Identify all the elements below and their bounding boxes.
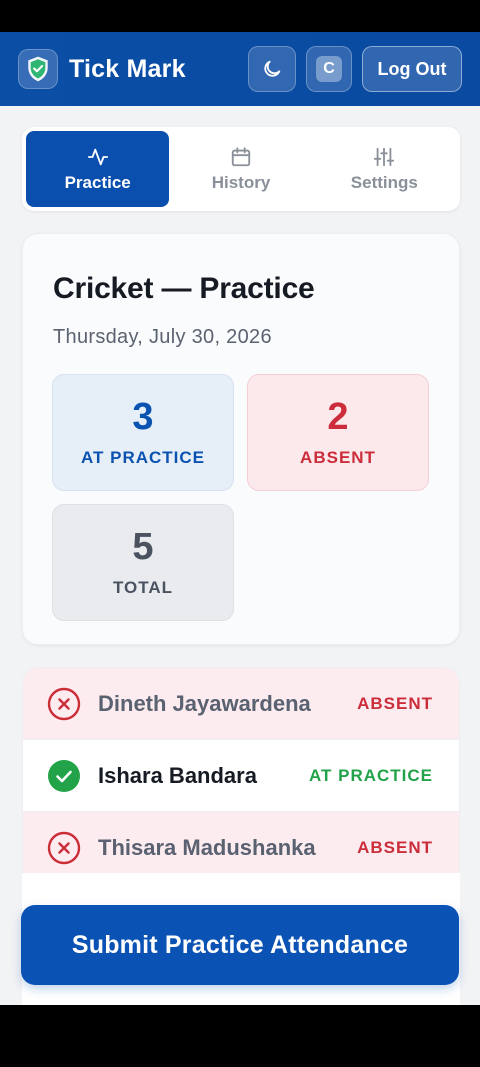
player-status: ABSENT: [357, 837, 433, 857]
player-row[interactable]: Ishara Bandara AT PRACTICE: [23, 740, 459, 812]
app-title: Tick Mark: [69, 54, 186, 83]
shield-check-icon: [28, 56, 48, 82]
calendar-icon: [231, 146, 251, 166]
session-date: Thursday, July 30, 2026: [53, 326, 272, 348]
avatar: C: [316, 56, 342, 82]
stat-value: 5: [132, 525, 154, 568]
player-status: AT PRACTICE: [308, 765, 433, 785]
player-name: Thisara Madushanka: [98, 834, 316, 860]
stat-label: AT PRACTICE: [80, 447, 205, 467]
player-status: ABSENT: [357, 693, 433, 713]
status-bar: [0, 0, 480, 32]
stat-label: ABSENT: [300, 447, 376, 467]
logout-button[interactable]: Log Out: [362, 46, 462, 92]
account-avatar-button[interactable]: C: [306, 46, 352, 92]
activity-icon: [87, 148, 108, 165]
system-nav-bar: [0, 1005, 480, 1067]
theme-toggle-button[interactable]: [248, 46, 296, 92]
x-circle-icon: [47, 687, 81, 721]
tab-history[interactable]: History: [169, 131, 312, 207]
player-list: Dineth Jayawardena ABSENT Ishara Bandara…: [22, 667, 460, 895]
x-circle-icon: [47, 831, 81, 865]
session-title: Cricket — Practice: [53, 272, 315, 305]
tab-practice[interactable]: Practice: [26, 131, 170, 207]
player-name: Dineth Jayawardena: [98, 690, 311, 716]
tab-label: Settings: [350, 172, 418, 192]
player-name: Ishara Bandara: [98, 762, 257, 788]
stat-value: 3: [132, 395, 154, 438]
app-header: Tick Mark C Log Out: [0, 32, 480, 106]
tab-label: History: [211, 172, 271, 192]
tab-settings[interactable]: Settings: [313, 131, 456, 207]
submit-attendance-button[interactable]: Submit Practice Attendance: [21, 905, 459, 985]
moon-icon: [264, 60, 281, 77]
check-circle-icon: [47, 759, 81, 793]
stat-absent: 2 ABSENT: [247, 374, 429, 491]
logo: [18, 49, 58, 89]
stat-label: TOTAL: [112, 577, 174, 597]
stat-at-practice: 3 AT PRACTICE: [52, 374, 234, 491]
tab-bar: Practice History Settings: [22, 127, 460, 211]
player-row[interactable]: Dineth Jayawardena ABSENT: [23, 668, 459, 740]
stat-value: 2: [327, 395, 349, 438]
stat-total: 5 TOTAL: [52, 504, 234, 621]
app-screen: Tick Mark C Log Out Practice History Set…: [0, 32, 480, 1005]
session-summary-card: Cricket — Practice Thursday, July 30, 20…: [22, 233, 460, 645]
sliders-icon: [374, 147, 395, 166]
tab-label: Practice: [64, 172, 131, 192]
